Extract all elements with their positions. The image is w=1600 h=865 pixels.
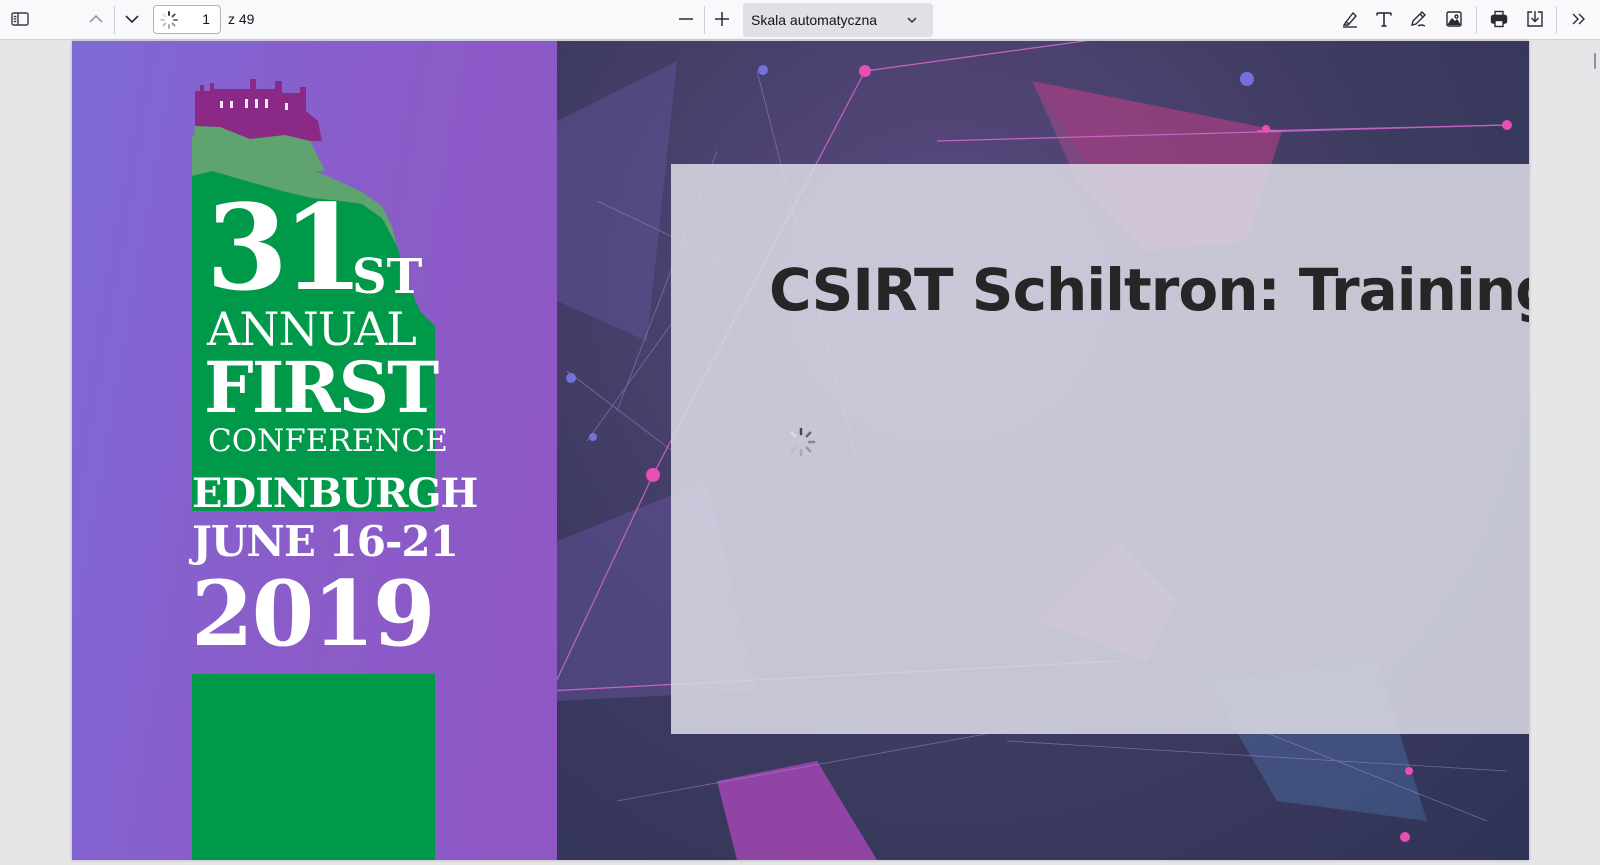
add-text-button[interactable]: [1370, 5, 1398, 33]
image-icon: [1446, 11, 1462, 27]
sidebar-toggle-button[interactable]: [6, 5, 34, 33]
zoom-out-button[interactable]: [672, 5, 700, 33]
pdf-toolbar: 1 z 49 Skala automatyczna: [0, 0, 1600, 40]
zoom-scale-select[interactable]: Skala automatyczna: [743, 3, 933, 37]
toolbar-separator: [1556, 6, 1557, 34]
save-icon: [1527, 11, 1543, 27]
logo-city: EDINBURGH: [192, 470, 478, 517]
zoom-scale-value: Skala automatyczna: [751, 12, 878, 28]
toolbar-separator: [704, 6, 705, 34]
print-button[interactable]: [1485, 5, 1513, 33]
toolbar-separator: [114, 6, 115, 34]
logo-dates: JUNE 16-21: [192, 517, 459, 566]
chevron-up-icon: [89, 14, 103, 23]
logo-first: FIRST: [204, 346, 439, 429]
page-count-label: z 49: [228, 11, 255, 27]
slide-title: CSIRT Schiltron: Training,: [769, 256, 1529, 324]
pdf-viewer-area[interactable]: 31 ST ANNUAL FIRST CONFERENCE EDINBURGH …: [0, 40, 1600, 865]
text-icon: [1376, 12, 1392, 27]
logo-conference: CONFERENCE: [208, 423, 448, 459]
draw-icon: [1411, 11, 1426, 27]
zoom-in-button[interactable]: [708, 5, 736, 33]
vertical-scrollbar[interactable]: [1594, 53, 1596, 69]
highlight-icon: [1342, 11, 1357, 28]
logo-green-bottom-block: [192, 674, 435, 860]
zoom-out-icon: [679, 18, 693, 20]
logo-number: 31: [206, 178, 364, 317]
loading-spinner-icon: [160, 11, 178, 29]
loading-spinner-icon: [786, 427, 816, 457]
previous-page-button[interactable]: [82, 5, 110, 33]
draw-button[interactable]: [1404, 5, 1432, 33]
next-page-button[interactable]: [118, 5, 146, 33]
conference-logo-panel: 31 ST ANNUAL FIRST CONFERENCE EDINBURGH …: [72, 41, 557, 860]
more-tools-button[interactable]: [1565, 5, 1593, 33]
more-tools-icon: [1572, 13, 1585, 25]
sidebar-toggle-icon: [11, 12, 29, 26]
slide-title-box: CSIRT Schiltron: Training,: [671, 164, 1529, 734]
chevron-down-icon: [907, 17, 917, 24]
highlight-button[interactable]: [1336, 5, 1364, 33]
chevron-down-icon: [125, 15, 139, 24]
pdf-page: 31 ST ANNUAL FIRST CONFERENCE EDINBURGH …: [72, 41, 1529, 860]
save-button[interactable]: [1521, 5, 1549, 33]
logo-year: 2019: [191, 561, 435, 667]
print-icon: [1490, 10, 1508, 28]
network-background-panel: CSIRT Schiltron: Training,: [557, 41, 1529, 860]
add-image-button[interactable]: [1440, 5, 1468, 33]
toolbar-separator: [1476, 6, 1477, 34]
logo-ordinal-suffix: ST: [352, 249, 423, 305]
zoom-in-icon: [715, 12, 729, 26]
